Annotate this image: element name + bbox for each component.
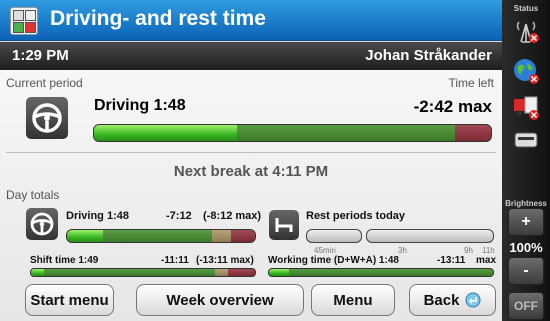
brightness-label: Brightness xyxy=(505,199,547,208)
progress-over xyxy=(455,125,491,141)
progress-active xyxy=(94,125,237,141)
next-break-text: Next break at 4:11 PM xyxy=(173,163,329,180)
working-time-value: -13:11 xyxy=(437,255,466,266)
shift-time-progress xyxy=(30,268,256,277)
time-left-value: -2:42 max xyxy=(413,97,492,116)
brightness-value: 100% xyxy=(509,240,543,255)
shift-time-max: (-13:11 max) xyxy=(196,255,254,266)
truck-icon[interactable] xyxy=(512,93,540,121)
bed-icon xyxy=(269,210,299,240)
card-reader-icon[interactable] xyxy=(512,126,540,154)
current-activity: Driving 1:48 xyxy=(94,97,186,114)
side-panel: Status Brightness + 100% - OFF xyxy=(502,0,550,321)
current-period-progress xyxy=(93,124,492,142)
progress-remaining xyxy=(236,125,456,141)
title-bar: Driving- and rest time xyxy=(0,0,502,41)
antenna-icon[interactable] xyxy=(512,16,540,44)
back-arrow-icon xyxy=(465,292,481,308)
day-totals-label: Day totals xyxy=(6,188,60,202)
rest-tick-45min: 45min xyxy=(314,246,336,255)
week-overview-button[interactable]: Week overview xyxy=(136,284,304,316)
clock-time: 1:29 PM xyxy=(12,47,69,64)
day-driving-max: (-8:12 max) xyxy=(203,210,262,222)
day-driving-label: Driving 1:48 xyxy=(66,210,129,222)
rest-tick-3h: 3h xyxy=(398,246,407,255)
brightness-minus-button[interactable]: - xyxy=(508,257,544,285)
rest-tick-9h: 9h xyxy=(464,246,473,255)
back-button[interactable]: Back xyxy=(409,284,496,316)
steering-wheel-icon xyxy=(26,208,58,240)
shift-time-value: -11:11 xyxy=(161,255,189,266)
display-off-button[interactable]: OFF xyxy=(508,292,544,320)
day-driving-value: -7:12 xyxy=(166,210,192,222)
rest-bar-short xyxy=(306,229,362,243)
rest-tick-11h: 11h xyxy=(482,246,495,255)
working-time-progress xyxy=(268,268,494,277)
rest-bar-long xyxy=(366,229,494,243)
globe-icon[interactable] xyxy=(512,57,540,85)
working-time-label: Working time (D+W+A) 1:48 xyxy=(268,255,399,266)
start-menu-button[interactable]: Start menu xyxy=(25,284,114,316)
working-time-max: max xyxy=(476,255,497,266)
day-driving-progress xyxy=(66,229,256,243)
menu-button[interactable]: Menu xyxy=(311,284,395,316)
status-bar: 1:29 PM Johan Stråkander xyxy=(0,42,502,70)
divider xyxy=(6,152,496,153)
steering-wheel-icon xyxy=(26,97,68,139)
driver-name: Johan Stråkander xyxy=(365,47,492,64)
status-label: Status xyxy=(513,4,539,13)
shift-time-label: Shift time 1:49 xyxy=(30,255,99,266)
page-title: Driving- and rest time xyxy=(50,7,266,30)
current-period-label: Current period xyxy=(6,76,83,90)
time-left-label: Time left xyxy=(448,76,494,90)
app-icon xyxy=(10,7,38,35)
brightness-plus-button[interactable]: + xyxy=(508,208,544,236)
rest-periods-label: Rest periods today xyxy=(306,210,406,222)
